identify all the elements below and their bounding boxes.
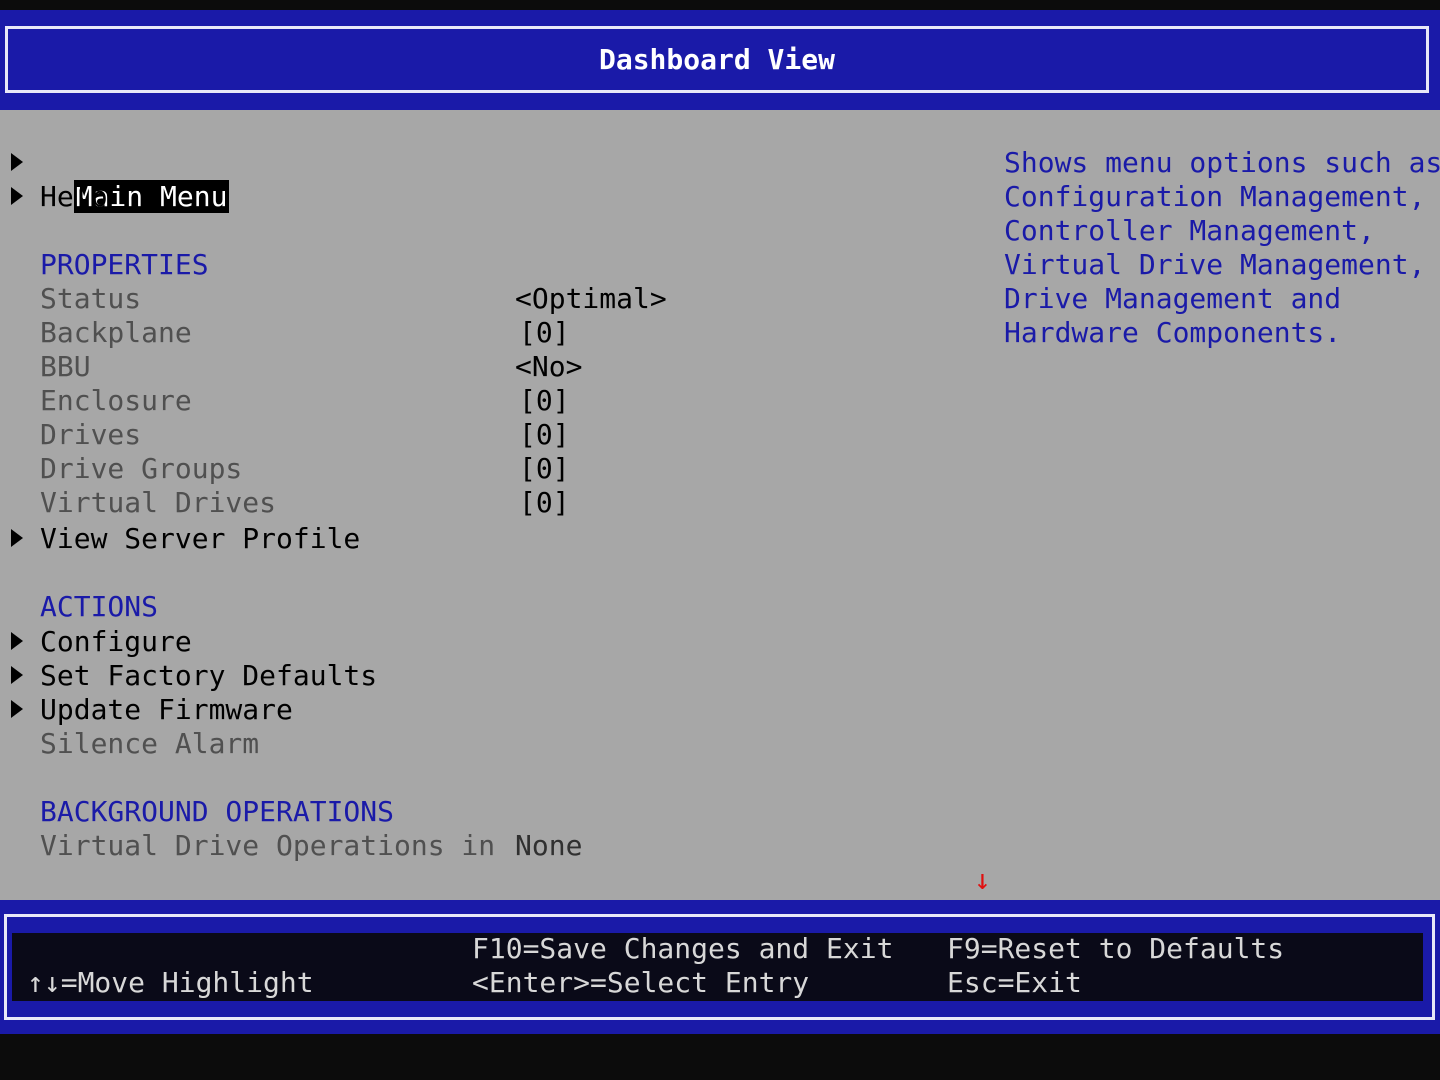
virtual-drive-operations-value: None <box>515 829 583 862</box>
enclosure-label: Enclosure <box>40 384 192 417</box>
status-value: <Optimal> <box>515 282 667 315</box>
enclosure-value: [0] <box>519 384 570 417</box>
scroll-down-icon[interactable]: ↓ <box>974 866 991 894</box>
footer-move-highlight: ↑↓=Move Highlight <box>27 966 314 999</box>
help-line-6: Hardware Components. <box>1004 316 1342 349</box>
virtual-drives-value: [0] <box>519 486 570 519</box>
bbu-label: BBU <box>40 350 91 383</box>
header-title-box: Dashboard View <box>5 26 1429 93</box>
help-line-4: Virtual Drive Management, <box>1004 248 1426 281</box>
status-label: Status <box>40 282 142 315</box>
silence-alarm-item: Silence Alarm <box>40 727 260 760</box>
actions-heading: ACTIONS <box>40 590 159 623</box>
view-server-profile-item[interactable]: View Server Profile <box>40 522 360 556</box>
background-operations-heading: BACKGROUND OPERATIONS <box>40 795 395 828</box>
update-firmware-arrow-icon <box>11 700 23 718</box>
set-factory-defaults-item[interactable]: Set Factory Defaults <box>40 659 377 693</box>
footer-select-entry: <Enter>=Select Entry <box>472 966 810 999</box>
update-firmware-item[interactable]: Update Firmware <box>40 693 293 727</box>
help-arrow-icon <box>11 187 23 205</box>
configure-item[interactable]: Configure <box>40 625 192 659</box>
footer-save-exit: F10=Save Changes and Exit <box>472 932 894 965</box>
set-factory-defaults-arrow-icon <box>11 666 23 684</box>
footer-reset-defaults: F9=Reset to Defaults <box>947 932 1285 965</box>
main-menu-item[interactable]: Main Menu <box>40 146 230 213</box>
virtual-drives-label: Virtual Drives <box>40 486 277 519</box>
configure-arrow-icon <box>11 632 23 650</box>
drives-label: Drives <box>40 418 142 451</box>
drives-value: [0] <box>519 418 570 451</box>
main-menu-arrow-icon <box>11 153 23 171</box>
virtual-drive-operations-label: Virtual Drive Operations in <box>40 829 496 862</box>
help-line-2: Configuration Management, <box>1004 180 1426 213</box>
page-title: Dashboard View <box>598 42 835 76</box>
footer-exit: Esc=Exit <box>947 966 1082 999</box>
drive-groups-label: Drive Groups <box>40 452 243 485</box>
backplane-value: [0] <box>519 316 570 349</box>
view-server-profile-arrow-icon <box>11 529 23 547</box>
help-menu-item[interactable]: Help <box>40 180 107 214</box>
bbu-value: <No> <box>515 350 583 383</box>
backplane-label: Backplane <box>40 316 192 349</box>
help-line-5: Drive Management and <box>1004 282 1342 315</box>
drive-groups-value: [0] <box>519 452 570 485</box>
help-line-3: Controller Management, <box>1004 214 1375 247</box>
properties-heading: PROPERTIES <box>40 248 209 281</box>
help-line-1: Shows menu options such as <box>1004 146 1440 179</box>
